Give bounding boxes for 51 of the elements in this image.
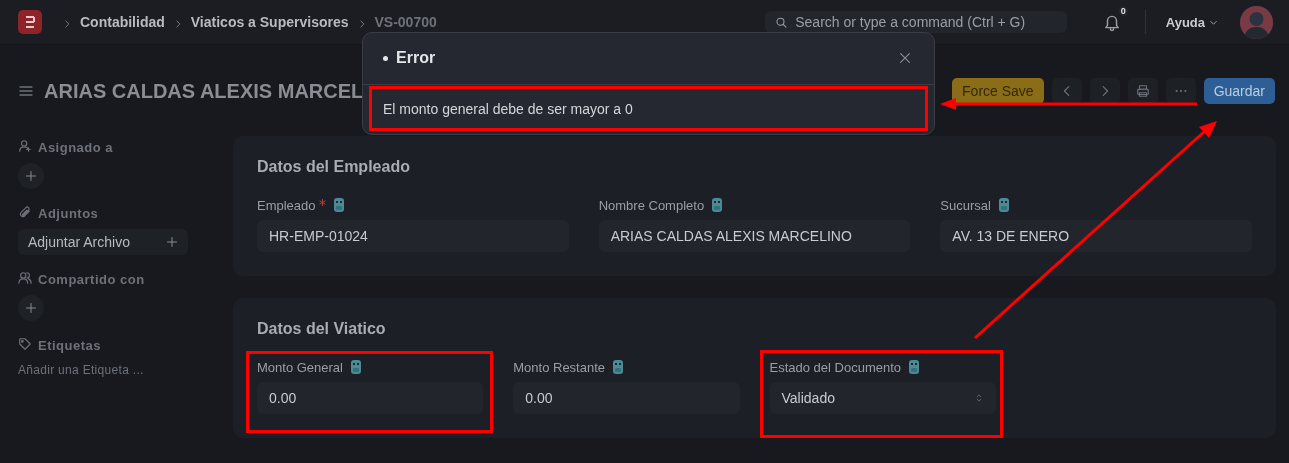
field-label: Sucursal [940, 197, 991, 213]
bullet-icon [383, 56, 388, 61]
field-label: Monto General [257, 359, 343, 375]
print-button[interactable] [1127, 78, 1158, 104]
field-label: Estado del Documento [769, 359, 902, 375]
app-logo[interactable] [18, 10, 42, 34]
select-field[interactable]: Validado [769, 382, 996, 414]
close-button[interactable] [898, 51, 912, 66]
field-label: Nombre Completo [598, 197, 705, 213]
input-field[interactable]: 0.00 [513, 382, 740, 414]
search-field[interactable]: Search or type a command (Ctrl + G) [764, 11, 1067, 33]
menu-icon[interactable] [18, 83, 34, 99]
help-menu[interactable]: Ayuda [1165, 14, 1218, 30]
more-button[interactable] [1165, 78, 1196, 104]
plus-icon [25, 170, 37, 182]
previous-button[interactable] [1051, 78, 1082, 104]
field-label: Empleado [257, 197, 316, 213]
notification-count: 0 [1118, 6, 1128, 16]
figure-icon [907, 358, 922, 376]
search-icon [774, 15, 788, 29]
save-button[interactable]: Guardar [1203, 78, 1275, 104]
input-field[interactable]: AV. 13 DE ENERO [940, 220, 1252, 252]
figure-icon [710, 196, 725, 214]
sidebar-heading: Adjuntos [38, 205, 99, 221]
breadcrumb-link[interactable]: Viaticos a Supervisores [190, 14, 349, 30]
sidebar-heading: Etiquetas [38, 337, 101, 353]
add-button[interactable] [18, 295, 44, 321]
sidebar-heading: Asignado a [38, 139, 114, 155]
attach-file-button[interactable]: Adjuntar Archivo [18, 229, 188, 255]
chevron-icon [62, 17, 72, 27]
figure-icon [349, 358, 363, 376]
input-field[interactable]: 0.00 [257, 382, 484, 414]
input-field[interactable]: HR-EMP-01024 [257, 220, 569, 252]
page-title: ARIAS CALDAS ALEXIS MARCEL [44, 79, 364, 103]
sidebar-heading: Compartido con [38, 271, 145, 287]
add-tag-link[interactable]: Añadir una Etiqueta ... [18, 363, 215, 377]
input-field[interactable]: ARIAS CALDAS ALEXIS MARCELINO [598, 220, 911, 252]
plus-icon [25, 302, 37, 314]
figure-icon [331, 196, 346, 214]
add-button[interactable] [18, 163, 44, 189]
section-title: Datos del Empleado [257, 158, 411, 176]
printer-icon [1135, 84, 1150, 98]
figure-icon [996, 196, 1011, 214]
error-message: El monto general debe de ser mayor a 0 [383, 101, 633, 118]
plus-icon [166, 236, 178, 248]
dialog-title: Error [396, 49, 436, 68]
next-button[interactable] [1089, 78, 1120, 104]
figure-icon [611, 358, 626, 376]
breadcrumb-link[interactable]: Contabilidad [80, 14, 165, 30]
field-label: Monto Restante [513, 359, 606, 375]
section-title: Datos del Viatico [257, 320, 387, 338]
